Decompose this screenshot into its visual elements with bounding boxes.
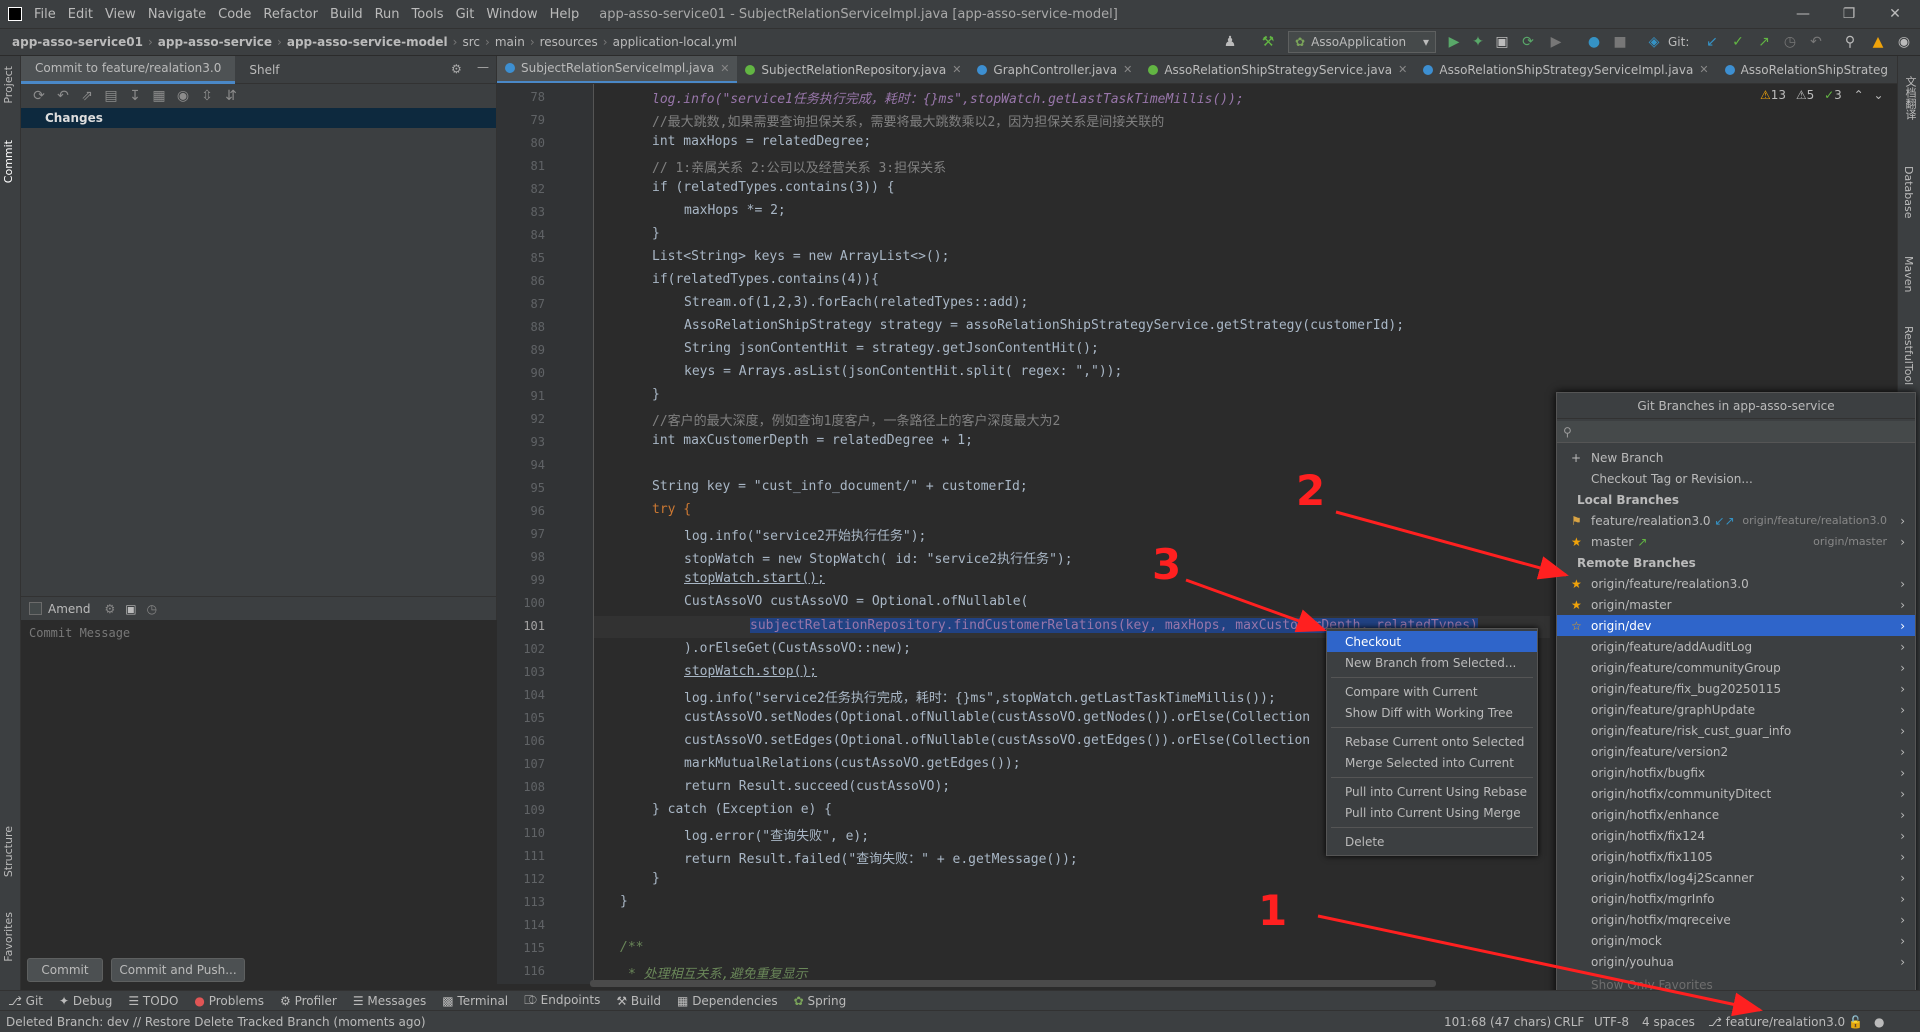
arrow-3	[1185, 578, 1327, 633]
annotation-1: 1	[1258, 886, 1288, 935]
annotation-3: 3	[1152, 540, 1182, 589]
annotation-2: 2	[1296, 466, 1326, 515]
annotation-arrows	[1185, 510, 1763, 1017]
arrow-1	[1317, 914, 1763, 1017]
arrow-2	[1335, 510, 1569, 580]
